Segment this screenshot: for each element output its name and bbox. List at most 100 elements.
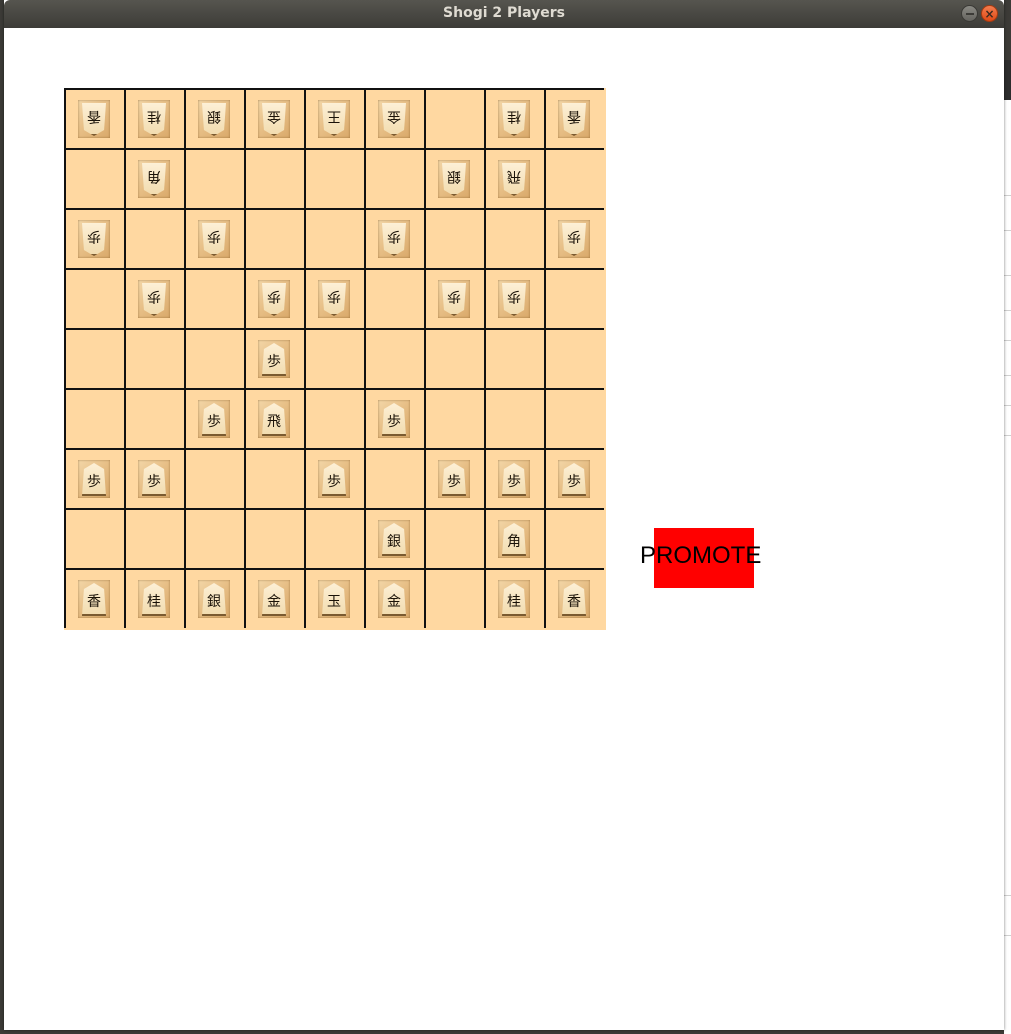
- board-square[interactable]: 歩: [424, 448, 484, 508]
- board-square[interactable]: 歩: [364, 388, 424, 448]
- board-square[interactable]: 香: [544, 568, 604, 628]
- board-square[interactable]: 歩: [184, 208, 244, 268]
- shogi-piece-sente[interactable]: 歩: [78, 460, 110, 498]
- board-square[interactable]: 歩: [544, 448, 604, 508]
- board-square[interactable]: 歩: [184, 388, 244, 448]
- board-square[interactable]: [184, 148, 244, 208]
- board-square[interactable]: 歩: [124, 268, 184, 328]
- board-square[interactable]: [124, 388, 184, 448]
- board-square[interactable]: [184, 508, 244, 568]
- board-square[interactable]: 香: [64, 568, 124, 628]
- board-square[interactable]: 歩: [124, 448, 184, 508]
- board-square[interactable]: [124, 328, 184, 388]
- board-square[interactable]: [304, 388, 364, 448]
- shogi-piece-sente[interactable]: 歩: [258, 340, 290, 378]
- shogi-piece-gote[interactable]: 飛: [498, 160, 530, 198]
- board-square[interactable]: [544, 148, 604, 208]
- board-square[interactable]: 銀: [184, 88, 244, 148]
- promote-label[interactable]: PROMOTE: [640, 542, 761, 570]
- board-square[interactable]: 金: [364, 88, 424, 148]
- board-square[interactable]: [64, 508, 124, 568]
- shogi-board[interactable]: 香桂銀金王金桂香角銀飛歩歩歩歩歩歩歩歩歩歩歩飛歩歩歩歩歩歩歩銀角香桂銀金玉金桂香: [64, 88, 606, 630]
- shogi-piece-gote[interactable]: 桂: [498, 100, 530, 138]
- shogi-piece-gote[interactable]: 金: [378, 100, 410, 138]
- board-square[interactable]: 玉: [304, 568, 364, 628]
- shogi-piece-sente[interactable]: 桂: [138, 580, 170, 618]
- board-square[interactable]: 桂: [484, 568, 544, 628]
- board-square[interactable]: [64, 388, 124, 448]
- board-square[interactable]: 角: [124, 148, 184, 208]
- board-square[interactable]: 金: [244, 568, 304, 628]
- board-square[interactable]: [364, 148, 424, 208]
- board-square[interactable]: [244, 448, 304, 508]
- shogi-piece-sente[interactable]: 玉: [318, 580, 350, 618]
- board-square[interactable]: 歩: [64, 448, 124, 508]
- shogi-piece-sente[interactable]: 角: [498, 520, 530, 558]
- board-square[interactable]: [304, 208, 364, 268]
- shogi-piece-sente[interactable]: 歩: [558, 460, 590, 498]
- board-square[interactable]: [304, 328, 364, 388]
- board-square[interactable]: [64, 148, 124, 208]
- board-square[interactable]: 飛: [484, 148, 544, 208]
- shogi-piece-gote[interactable]: 王: [318, 100, 350, 138]
- board-square[interactable]: [484, 208, 544, 268]
- board-square[interactable]: [64, 268, 124, 328]
- board-square[interactable]: [304, 148, 364, 208]
- shogi-piece-gote[interactable]: 角: [138, 160, 170, 198]
- board-square[interactable]: 歩: [244, 328, 304, 388]
- board-square[interactable]: 銀: [184, 568, 244, 628]
- shogi-piece-sente[interactable]: 銀: [378, 520, 410, 558]
- board-square[interactable]: [544, 328, 604, 388]
- shogi-piece-gote[interactable]: 金: [258, 100, 290, 138]
- board-square[interactable]: [244, 148, 304, 208]
- minimize-button[interactable]: [961, 5, 978, 22]
- board-square[interactable]: [304, 508, 364, 568]
- board-square[interactable]: 香: [544, 88, 604, 148]
- shogi-piece-gote[interactable]: 歩: [198, 220, 230, 258]
- board-square[interactable]: [424, 88, 484, 148]
- board-square[interactable]: 銀: [424, 148, 484, 208]
- shogi-piece-sente[interactable]: 歩: [198, 400, 230, 438]
- shogi-piece-gote[interactable]: 香: [558, 100, 590, 138]
- shogi-piece-gote[interactable]: 歩: [498, 280, 530, 318]
- board-square[interactable]: 飛: [244, 388, 304, 448]
- shogi-piece-sente[interactable]: 金: [258, 580, 290, 618]
- board-square[interactable]: [424, 508, 484, 568]
- shogi-piece-sente[interactable]: 銀: [198, 580, 230, 618]
- board-square[interactable]: 歩: [364, 208, 424, 268]
- shogi-piece-gote[interactable]: 歩: [138, 280, 170, 318]
- board-square[interactable]: 銀: [364, 508, 424, 568]
- board-square[interactable]: 歩: [64, 208, 124, 268]
- board-square[interactable]: [544, 268, 604, 328]
- board-square[interactable]: [184, 268, 244, 328]
- shogi-piece-gote[interactable]: 香: [78, 100, 110, 138]
- board-square[interactable]: 王: [304, 88, 364, 148]
- shogi-piece-gote[interactable]: 銀: [198, 100, 230, 138]
- shogi-piece-gote[interactable]: 銀: [438, 160, 470, 198]
- board-square[interactable]: 歩: [484, 448, 544, 508]
- shogi-piece-sente[interactable]: 香: [558, 580, 590, 618]
- board-square[interactable]: [64, 328, 124, 388]
- board-square[interactable]: 香: [64, 88, 124, 148]
- shogi-piece-gote[interactable]: 歩: [438, 280, 470, 318]
- shogi-piece-sente[interactable]: 歩: [138, 460, 170, 498]
- board-square[interactable]: [184, 448, 244, 508]
- board-square[interactable]: [424, 328, 484, 388]
- board-square[interactable]: 金: [244, 88, 304, 148]
- shogi-piece-sente[interactable]: 金: [378, 580, 410, 618]
- board-square[interactable]: [424, 568, 484, 628]
- shogi-piece-gote[interactable]: 歩: [378, 220, 410, 258]
- close-button[interactable]: ×: [981, 5, 998, 22]
- board-square[interactable]: [184, 328, 244, 388]
- shogi-piece-gote[interactable]: 歩: [318, 280, 350, 318]
- shogi-piece-sente[interactable]: 歩: [498, 460, 530, 498]
- board-square[interactable]: 角: [484, 508, 544, 568]
- board-square[interactable]: 金: [364, 568, 424, 628]
- shogi-piece-sente[interactable]: 飛: [258, 400, 290, 438]
- board-square[interactable]: [424, 388, 484, 448]
- shogi-piece-sente[interactable]: 歩: [318, 460, 350, 498]
- board-square[interactable]: [244, 208, 304, 268]
- board-square[interactable]: [364, 328, 424, 388]
- shogi-piece-sente[interactable]: 歩: [438, 460, 470, 498]
- board-square[interactable]: 歩: [424, 268, 484, 328]
